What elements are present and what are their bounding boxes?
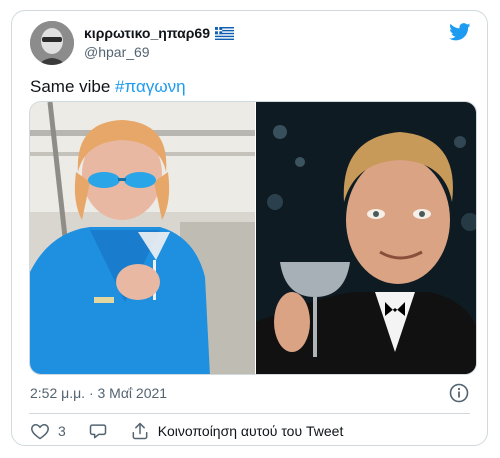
reply-bubble-icon [89, 424, 107, 439]
tweet-body: Same vibe [30, 77, 116, 96]
hashtag-link[interactable]: #παγωνη [115, 77, 186, 96]
avatar[interactable] [30, 21, 74, 65]
share-button[interactable]: Κοινοποίηση αυτού του Tweet [130, 421, 344, 441]
tweet-card[interactable]: κιρρωτικο_ηπαρ69 @hpar_69 Same vibe #παγ… [11, 10, 488, 446]
user-handle[interactable]: @hpar_69 [84, 44, 150, 60]
right-photo [256, 102, 476, 374]
like-button[interactable]: 3 [30, 421, 88, 441]
display-name[interactable]: κιρρωτικο_ηπαρ69 [84, 25, 210, 41]
tweet-media[interactable] [29, 101, 477, 375]
divider [29, 413, 470, 414]
left-photo [30, 102, 255, 374]
share-label: Κοινοποίηση αυτού του Tweet [157, 423, 344, 439]
tweet-timestamp[interactable]: 2:52 μ.μ. · 3 Μαΐ 2021 [30, 385, 167, 401]
share-icon [132, 422, 148, 440]
greek-flag-icon [215, 26, 234, 40]
tweet-text: Same vibe #παγωνη [30, 77, 186, 97]
info-icon[interactable] [449, 383, 469, 403]
heart-icon [31, 423, 49, 440]
like-count: 3 [58, 423, 66, 439]
twitter-bird-icon[interactable] [449, 23, 471, 41]
reply-button[interactable] [88, 421, 108, 441]
